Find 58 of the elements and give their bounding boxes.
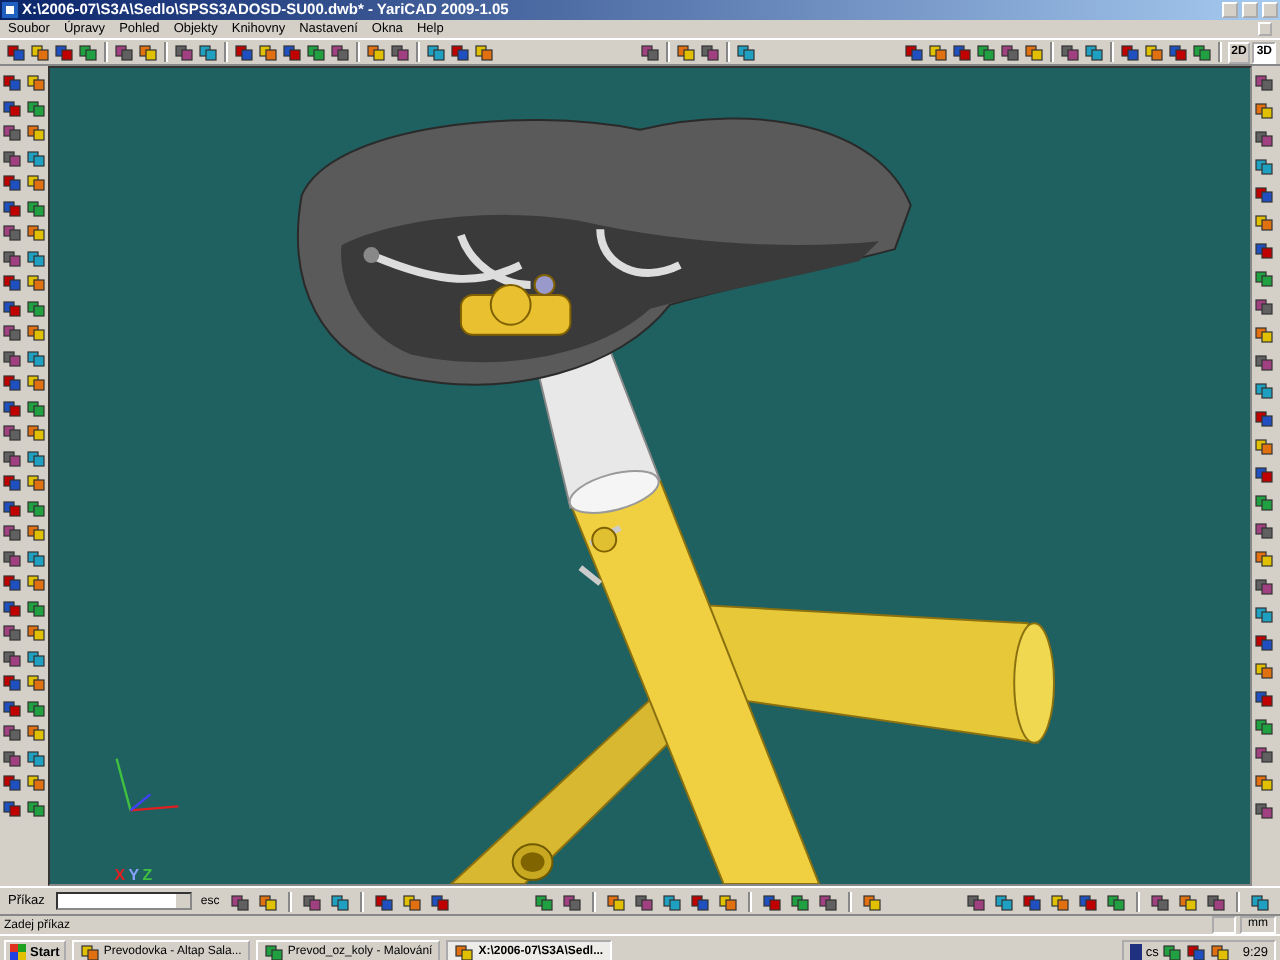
tool-icon[interactable] <box>1178 891 1199 911</box>
axis-label: X <box>114 866 126 884</box>
tool-icon[interactable] <box>1119 42 1140 62</box>
axis-label: Y <box>128 866 140 884</box>
app-icon[interactable] <box>263 942 284 960</box>
tool-icon[interactable] <box>605 891 626 911</box>
tool-icon[interactable] <box>994 891 1015 911</box>
tool-icon[interactable] <box>966 891 987 911</box>
axis-label: Z <box>142 866 153 884</box>
tool-icon[interactable] <box>429 891 450 911</box>
tool-icon[interactable] <box>1150 891 1171 911</box>
tool-icon[interactable] <box>861 891 882 911</box>
tool-icon[interactable] <box>1167 42 1188 62</box>
tool-icon[interactable] <box>761 891 782 911</box>
tool-icon[interactable] <box>951 42 972 62</box>
tool-icon[interactable] <box>903 42 924 62</box>
tool-icon[interactable] <box>1106 891 1127 911</box>
tray-icon[interactable] <box>1162 942 1183 960</box>
tool-icon[interactable] <box>1191 42 1212 62</box>
tool-icon[interactable] <box>640 42 661 62</box>
tool-icon[interactable] <box>257 891 278 911</box>
tray-icon[interactable] <box>1210 942 1231 960</box>
tool-icon[interactable] <box>1050 891 1071 911</box>
tool-icon[interactable] <box>717 891 738 911</box>
tool-icon[interactable] <box>736 42 757 62</box>
tool-icon[interactable] <box>1083 42 1104 62</box>
tool-icon[interactable] <box>329 891 350 911</box>
tool-icon[interactable] <box>229 891 250 911</box>
tool-icon[interactable] <box>927 42 948 62</box>
command-field[interactable] <box>56 892 193 910</box>
app-icon <box>2 2 18 18</box>
tool-icon[interactable] <box>1078 891 1099 911</box>
tool-icon[interactable] <box>1023 42 1044 62</box>
tool-icon[interactable] <box>633 891 654 911</box>
tool-icon[interactable] <box>1143 42 1164 62</box>
tool-icon[interactable] <box>1206 891 1227 911</box>
tool-icon[interactable] <box>789 891 810 911</box>
tool-icon[interactable] <box>401 891 422 911</box>
tool-icon[interactable] <box>661 891 682 911</box>
tool-icon[interactable] <box>533 891 554 911</box>
tool-icon[interactable] <box>689 891 710 911</box>
tool-icon[interactable] <box>700 42 721 62</box>
tool-icon[interactable] <box>817 891 838 911</box>
tool-icon[interactable] <box>373 891 394 911</box>
app-icon[interactable] <box>79 942 100 960</box>
tool-icon[interactable] <box>1250 891 1271 911</box>
tool-icon[interactable] <box>999 42 1020 62</box>
tool-icon[interactable] <box>301 891 322 911</box>
tool-icon[interactable] <box>676 42 697 62</box>
tray-icon[interactable] <box>1129 943 1142 960</box>
app-icon[interactable] <box>454 942 475 960</box>
axis-icon <box>115 758 179 812</box>
tool-icon[interactable] <box>561 891 582 911</box>
windows-logo-icon <box>10 944 26 960</box>
tray-icon[interactable] <box>1186 942 1207 960</box>
tool-icon[interactable] <box>1022 891 1043 911</box>
tool-icon[interactable] <box>1059 42 1080 62</box>
tool-icon[interactable] <box>975 42 996 62</box>
